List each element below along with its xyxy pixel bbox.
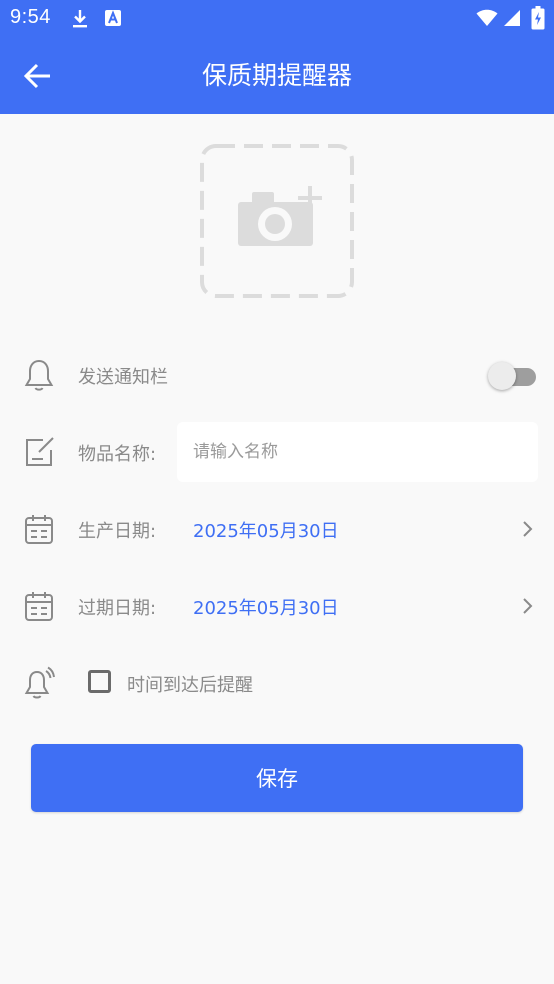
expiry-date-label: 过期日期: [78, 598, 157, 619]
production-date-label: 生产日期: [78, 521, 157, 542]
notify-toggle[interactable] [488, 361, 538, 391]
bell-icon [24, 359, 54, 391]
notify-row: 发送通知栏 [0, 346, 554, 406]
toggle-knob [488, 362, 516, 390]
app-bar: 保质期提醒器 [0, 38, 554, 114]
chevron-right-icon [523, 521, 533, 537]
expiry-date-row[interactable]: 过期日期: 2025年05月30日 [0, 576, 554, 636]
battery-charging-icon [531, 6, 545, 30]
item-name-input[interactable] [177, 422, 538, 482]
camera-add-icon [238, 186, 322, 246]
name-label: 物品名称: [78, 444, 157, 465]
page-title: 保质期提醒器 [201, 61, 352, 90]
remind-checkbox[interactable] [88, 670, 111, 693]
signal-icon [504, 10, 520, 26]
calendar-icon [25, 515, 53, 544]
edit-icon [26, 437, 54, 466]
download-icon [73, 10, 87, 28]
remind-checkbox-label[interactable]: 时间到达后提醒 [127, 671, 253, 697]
notify-label: 发送通知栏 [78, 367, 168, 388]
a-text-icon [105, 10, 121, 26]
bell-ringing-icon [24, 666, 55, 699]
calendar-icon [25, 592, 53, 621]
wifi-icon [476, 9, 498, 26]
expiry-date-value: 2025年05月30日 [193, 598, 339, 619]
production-date-value: 2025年05月30日 [193, 521, 339, 542]
production-date-row[interactable]: 生产日期: 2025年05月30日 [0, 499, 554, 559]
status-bar: 9:54 [0, 0, 554, 38]
add-photo-button[interactable] [200, 144, 354, 298]
remind-row: 时间到达后提醒 [0, 653, 554, 713]
save-button[interactable]: 保存 [31, 744, 523, 812]
screen: 9:54 保质期提醒器 发送通知栏 物品名称: 请输入名称 生产日期: 2025… [0, 0, 554, 984]
status-time: 9:54 [10, 6, 51, 28]
chevron-right-icon [523, 598, 533, 614]
